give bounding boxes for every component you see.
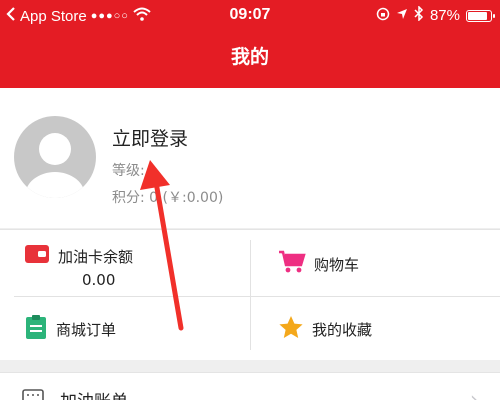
favorites-item[interactable]: 我的收藏	[278, 297, 500, 361]
shopping-cart-label: 购物车	[314, 255, 360, 274]
location-icon	[396, 7, 408, 24]
wifi-icon	[133, 7, 151, 25]
back-arrow-icon	[6, 6, 16, 26]
fuel-card-balance-value: 0.00	[82, 271, 116, 289]
clipboard-icon	[24, 314, 48, 344]
fuel-card-label: 加油卡余额	[58, 247, 134, 266]
favorites-label: 我的收藏	[312, 320, 373, 339]
page-title: 我的	[230, 46, 269, 68]
orientation-lock-icon	[376, 7, 390, 25]
default-avatar-icon	[25, 133, 85, 198]
avatar[interactable]	[14, 116, 96, 198]
fuel-bill-row[interactable]: 加油账单 ›	[0, 372, 500, 400]
fuel-bill-label: 加油账单	[60, 387, 128, 400]
status-indicators: 87%	[376, 5, 495, 25]
battery-percent: 87%	[429, 7, 460, 24]
shopping-cart-icon	[278, 250, 306, 278]
login-link[interactable]: 立即登录	[112, 124, 188, 151]
app-header: App Store ●●●○○ 09:07 87% 我的	[0, 0, 500, 88]
fuel-card-balance-item[interactable]: 加油卡余额 0.00	[24, 234, 250, 298]
battery-fill	[468, 11, 488, 20]
profile-section[interactable]: 立即登录 等级: 积分: 0 (￥:0.00)	[0, 88, 500, 228]
status-bar: App Store ●●●○○ 09:07 87%	[0, 0, 500, 32]
back-to-app-button[interactable]: App Store ●●●○○	[6, 6, 151, 26]
shopping-cart-item[interactable]: 购物车	[278, 232, 500, 296]
mall-orders-item[interactable]: 商城订单	[24, 297, 250, 361]
shortcut-grid: 加油卡余额 0.00 购物车 商城订单 我的收藏	[0, 229, 500, 360]
star-icon	[278, 315, 304, 344]
wallet-card-icon	[24, 243, 50, 269]
chevron-right-icon: ›	[470, 387, 478, 400]
bluetooth-icon	[414, 5, 424, 25]
member-level: 等级:	[112, 163, 145, 179]
signal-strength-icon: ●●●○○	[90, 10, 129, 22]
grid-divider-vertical	[250, 240, 251, 350]
mall-orders-label: 商城订单	[56, 320, 117, 339]
bill-icon	[22, 389, 44, 400]
back-app-label: App Store	[20, 7, 87, 25]
battery-icon	[466, 9, 495, 22]
points-balance: 积分: 0 (￥:0.00)	[112, 190, 224, 206]
